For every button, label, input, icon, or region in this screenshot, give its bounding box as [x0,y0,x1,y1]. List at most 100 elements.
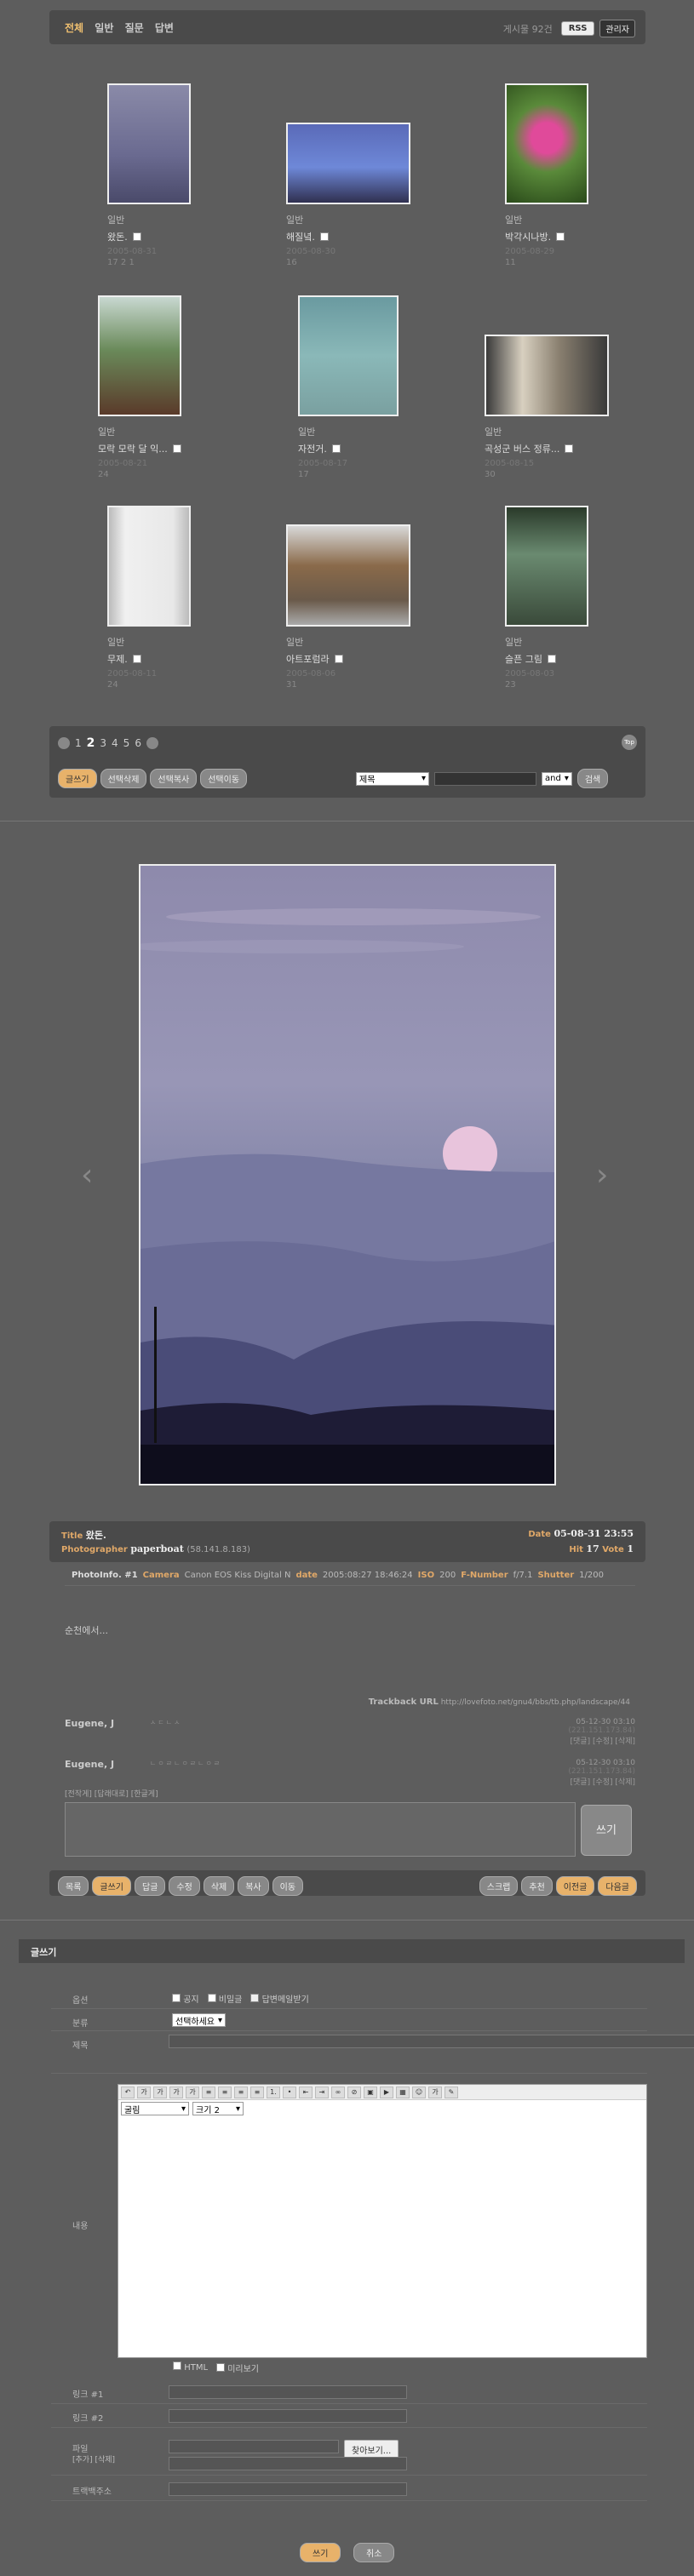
text-color-icon[interactable]: 가 [428,2087,442,2098]
search-input[interactable] [434,771,536,786]
tab-all[interactable]: 전체 [65,22,83,34]
delete-selected-button[interactable]: 선택삭제 [100,769,147,788]
select-checkbox[interactable] [132,655,141,663]
page-link[interactable]: 5 [123,737,130,749]
strike-icon[interactable]: 가 [186,2087,199,2098]
item-title[interactable]: 해질녘. [286,230,315,243]
comment-actions[interactable]: [댓글] [수정] [삭제] [568,1735,635,1746]
item-title[interactable]: 왔돈. [107,230,128,243]
html-checkbox[interactable] [173,2361,181,2370]
emoticon-icon[interactable]: ☺ [412,2087,426,2098]
tab-question[interactable]: 질문 [125,22,144,34]
thumbnail[interactable] [107,506,191,627]
item-title[interactable]: 자전거. [298,442,327,455]
gallery-item[interactable]: 일반 무제. 2005-08-11 24 [107,506,191,690]
select-checkbox[interactable] [565,444,574,453]
gallery-item[interactable]: 일반 해질녘. 2005-08-30 16 [286,123,410,267]
gallery-item[interactable]: 일반 곡성군 버스 정류... 2005-08-15 30 [485,335,609,479]
select-checkbox[interactable] [334,655,343,663]
thumbnail[interactable] [107,83,191,204]
image-icon[interactable]: ▣ [364,2087,377,2098]
unlink-icon[interactable]: ⊘ [347,2087,361,2098]
italic-icon[interactable]: 가 [153,2087,167,2098]
submit-button[interactable]: 쓰기 [300,2543,341,2562]
next-post-button[interactable]: 다음글 [598,1876,637,1896]
highlight-icon[interactable]: ✎ [445,2087,458,2098]
page-link[interactable]: 1 [75,737,82,749]
copy-selected-button[interactable]: 선택복사 [150,769,198,788]
edit-button[interactable]: 수정 [169,1876,200,1896]
notice-checkbox[interactable] [172,1994,181,2002]
tab-general[interactable]: 일반 [95,22,113,34]
search-op-select[interactable]: and ▾ [542,771,572,786]
select-checkbox[interactable] [331,444,341,453]
bold-icon[interactable]: 가 [137,2087,151,2098]
gallery-item[interactable]: 일반 박각시나방. 2005-08-29 11 [505,83,588,267]
secret-checkbox[interactable] [207,1994,216,2002]
comment-textarea[interactable] [65,1802,576,1857]
top-button[interactable]: Top [622,735,637,750]
comment-actions[interactable]: [댓글] [수정] [삭제] [568,1776,635,1787]
photographer-name[interactable]: paperboat [130,1543,184,1554]
gallery-item[interactable]: 일반 슬픈 그림 2005-08-03 23 [505,506,588,690]
underline-icon[interactable]: 가 [169,2087,183,2098]
select-checkbox[interactable] [556,232,565,241]
comment-author[interactable]: Eugene, J [65,1759,114,1770]
item-title[interactable]: 슬픈 그림 [505,652,542,666]
file-input[interactable] [169,2440,339,2453]
justify-icon[interactable]: ≡ [250,2087,264,2098]
file-desc-input[interactable] [169,2457,407,2470]
list-button[interactable]: 목록 [58,1876,89,1896]
size-select[interactable]: 크기 2 ▾ [192,2102,244,2115]
select-checkbox[interactable] [547,655,556,663]
link2-input[interactable] [169,2409,407,2423]
rss-button[interactable]: RSS [560,21,595,36]
write-button[interactable]: 글쓰기 [92,1876,132,1896]
thumbnail[interactable] [286,123,410,204]
ordered-list-icon[interactable]: 1. [267,2087,280,2098]
align-left-icon[interactable]: ≡ [202,2087,215,2098]
item-title[interactable]: 아트포럼라 [286,652,330,666]
scrap-button[interactable]: 스크랩 [479,1876,519,1896]
thumbnail[interactable] [98,295,181,416]
comment-submit-button[interactable]: 쓰기 [581,1805,632,1856]
write-button[interactable]: 글쓰기 [58,769,97,788]
comment-author[interactable]: Eugene, J [65,1718,114,1729]
thumbnail[interactable] [298,295,399,416]
select-checkbox[interactable] [132,232,141,241]
delete-button[interactable]: 삭제 [203,1876,235,1896]
link-icon[interactable]: ∞ [331,2087,345,2098]
undo-icon[interactable]: ↶ [121,2087,135,2098]
unordered-list-icon[interactable]: • [283,2087,296,2098]
comment-tabs[interactable]: [전작게] [답래대로] [한글게] [65,1788,158,1799]
item-title[interactable]: 박각시나방. [505,230,551,243]
prev-photo-icon[interactable]: ‹ [81,1158,93,1193]
search-field-select[interactable]: 제목 ▾ [356,771,429,786]
category-select[interactable]: 선택하세요 ▾ [172,2013,227,2027]
gallery-item[interactable]: 일반 아트포럼라 2005-08-06 31 [286,524,410,690]
prev-page-icon[interactable] [58,737,70,749]
page-link[interactable]: 3 [100,737,106,749]
gallery-item[interactable]: 일반 모락 모락 달 익... 2005-08-21 24 [98,295,181,479]
item-title[interactable]: 곡성군 버스 정류... [485,442,559,455]
subject-input[interactable] [169,2035,694,2048]
media-icon[interactable]: ▶ [380,2087,393,2098]
thumbnail[interactable] [286,524,410,627]
file-add-remove[interactable]: [추가] [삭제] [72,2453,115,2464]
table-icon[interactable]: ▦ [396,2087,410,2098]
link1-input[interactable] [169,2385,407,2399]
outdent-icon[interactable]: ⇤ [299,2087,313,2098]
item-title[interactable]: 무제. [107,652,128,666]
prev-post-button[interactable]: 이전글 [555,1876,595,1896]
next-page-icon[interactable] [146,737,158,749]
font-select[interactable]: 굴림 ▾ [121,2102,189,2115]
reply-button[interactable]: 답글 [135,1876,166,1896]
thumbnail[interactable] [485,335,609,416]
align-center-icon[interactable]: ≡ [218,2087,232,2098]
mail-checkbox[interactable] [250,1994,260,2002]
cancel-button[interactable]: 취소 [353,2543,395,2562]
search-button[interactable]: 검색 [576,769,609,788]
next-photo-icon[interactable]: › [596,1158,608,1193]
gallery-item[interactable]: 일반 왔돈. 2005-08-31 17 2 1 [107,83,191,267]
move-selected-button[interactable]: 선택이동 [200,769,248,788]
